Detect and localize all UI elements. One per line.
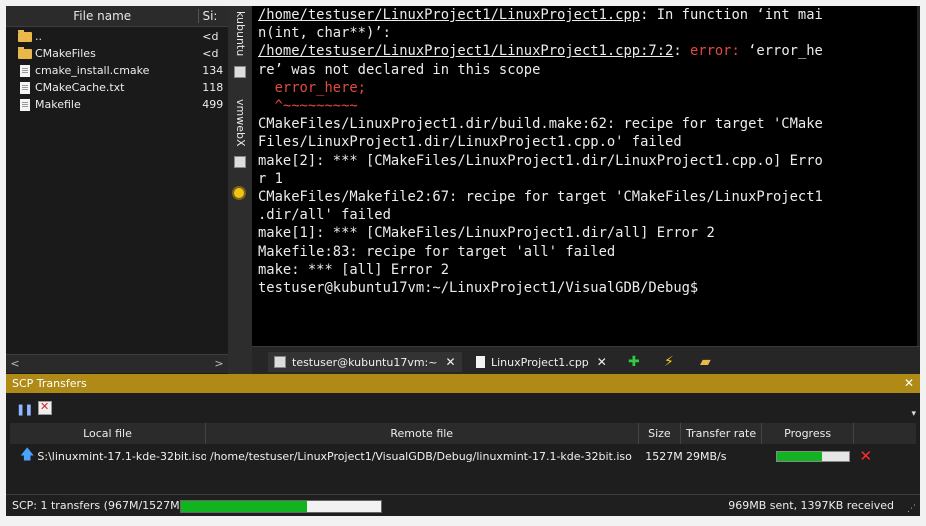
file-list-header: File name Si: — [6, 6, 228, 27]
progress-fill — [181, 501, 307, 512]
column-size[interactable]: Si: — [199, 9, 228, 23]
column-transfer-rate[interactable]: Transfer rate — [681, 423, 762, 444]
document-icon — [20, 98, 30, 111]
terminal-text: CMakeFiles/LinuxProject1.dir/build.make:… — [258, 116, 823, 133]
local-file-path: S:\linuxmint-17.1-kde-32bit.iso — [37, 449, 206, 463]
terminal-path-link[interactable]: /home/testuser/LinuxProject1/LinuxProjec… — [258, 7, 640, 23]
file-name: Makefile — [35, 98, 81, 111]
tab-label: testuser@kubuntu17vm:~ — [292, 355, 438, 369]
window-icon[interactable] — [234, 66, 246, 78]
status-bar: SCP: 1 transfers (967M/1527M) 969MB sent… — [6, 494, 920, 516]
resize-grip-icon[interactable]: ⋰ — [907, 504, 916, 514]
side-tab-vmweb[interactable]: vmwebX — [231, 98, 249, 148]
scroll-left-button[interactable]: < — [8, 357, 22, 371]
file-row-cmakecache[interactable]: CMakeCache.txt 118 — [6, 79, 228, 96]
transfer-rate: 29MB/s — [686, 449, 727, 463]
column-remote-file[interactable]: Remote file — [206, 423, 639, 444]
window-icon[interactable] — [234, 156, 246, 168]
scp-title-text: SCP Transfers — [12, 377, 87, 390]
cancel-transfer-icon[interactable]: ✕ — [860, 447, 873, 465]
file-row-cmakefiles[interactable]: CMakeFiles <d — [6, 45, 228, 62]
terminal-text: make[2]: *** [CMakeFiles/LinuxProject1.d… — [258, 152, 823, 169]
file-name: cmake_install.cmake — [35, 64, 150, 77]
error-label: error: — [689, 43, 749, 60]
file-row-parent[interactable]: .. <d — [6, 28, 228, 45]
open-folder-icon[interactable]: ▰ — [700, 354, 711, 370]
clear-transfers-icon[interactable] — [38, 400, 52, 415]
overall-progress-bar — [180, 500, 382, 513]
add-icon[interactable]: ✚ — [628, 354, 640, 370]
error-source-line: error_here; — [258, 79, 366, 96]
visualgdb-window: File name Si: .. <d CMakeFiles <d cmake_… — [6, 6, 920, 516]
file-name: CMakeCache.txt — [35, 81, 125, 94]
tab-label: LinuxProject1.cpp — [491, 355, 589, 369]
document-icon — [476, 356, 485, 368]
document-icon — [20, 64, 30, 77]
scp-toolbar: ❚❚ ▾ — [6, 393, 920, 423]
column-spacer — [854, 423, 916, 444]
document-icon — [20, 81, 30, 94]
terminal-text: make: *** [all] Error 2 — [258, 261, 450, 278]
ssh-terminal[interactable]: /home/testuser/LinuxProject1/LinuxProjec… — [252, 6, 920, 346]
column-size[interactable]: Size — [639, 423, 682, 444]
terminal-text: .dir/all' failed — [258, 207, 391, 224]
file-size: <d — [202, 30, 219, 43]
file-row-cmake-install[interactable]: cmake_install.cmake 134 — [6, 62, 228, 79]
status-light-icon[interactable] — [234, 188, 244, 198]
terminal-text: make[1]: *** [CMakeFiles/LinuxProject1.d… — [258, 225, 715, 242]
terminal-text: r 1 — [258, 170, 283, 187]
terminal-prompt: testuser@kubuntu17vm:~/LinuxProject1/Vis… — [258, 280, 699, 297]
pause-icon[interactable]: ❚❚ — [16, 403, 33, 416]
tab-source-file[interactable]: LinuxProject1.cpp ✕ — [470, 352, 613, 372]
file-size: <d — [202, 47, 219, 60]
side-tab-strip: kubuntu vmwebX — [228, 6, 252, 374]
column-progress[interactable]: Progress — [762, 423, 855, 444]
file-name: .. — [35, 30, 42, 43]
terminal-path-link[interactable]: /home/testuser/LinuxProject1/LinuxProjec… — [258, 43, 673, 59]
file-name: CMakeFiles — [35, 47, 96, 60]
terminal-text: n(int, char**)’: — [258, 25, 391, 42]
terminal-text: CMakeFiles/Makefile2:67: recipe for targ… — [258, 189, 823, 206]
terminal-text: ‘error_he — [748, 43, 823, 60]
remote-file-path: /home/testuser/LinuxProject1/VisualGDB/D… — [210, 449, 632, 463]
folder-icon — [18, 47, 32, 59]
close-tab-button[interactable]: ✕ — [597, 355, 607, 369]
file-size: 118 — [202, 81, 224, 94]
scroll-right-button[interactable]: > — [212, 357, 226, 371]
remote-file-browser: File name Si: .. <d CMakeFiles <d cmake_… — [6, 6, 228, 374]
terminal-text: re’ was not declared in this scope — [258, 61, 541, 78]
close-panel-button[interactable]: ✕ — [898, 374, 914, 393]
terminal-output: /home/testuser/LinuxProject1/LinuxProjec… — [252, 6, 920, 297]
scp-panel-title: SCP Transfers ✕ — [6, 374, 920, 393]
tab-terminal[interactable]: testuser@kubuntu17vm:~ ✕ — [268, 352, 462, 372]
error-caret-line: ^~~~~~~~~~ — [258, 98, 358, 115]
progress-fill — [777, 451, 823, 461]
terminal-text: Files/LinuxProject1.dir/LinuxProject1.cp… — [258, 134, 682, 151]
file-row-makefile[interactable]: Makefile 499 — [6, 96, 228, 113]
transfer-summary: SCP: 1 transfers (967M/1527M) — [12, 499, 184, 512]
bytes-sent-received: 969MB sent, 1397KB received — [728, 499, 894, 512]
folder-icon — [18, 30, 32, 42]
upload-arrow-icon: 🡅 — [20, 447, 35, 463]
column-file-name[interactable]: File name — [6, 9, 200, 23]
terminal-text: Makefile:83: recipe for target 'all' fai… — [258, 243, 616, 260]
terminal-icon — [274, 356, 286, 368]
column-local-file[interactable]: Local file — [10, 423, 206, 444]
side-tab-kubuntu[interactable]: kubuntu — [231, 10, 249, 58]
lightning-icon[interactable]: ⚡ — [664, 354, 674, 370]
terminal-text: : — [673, 43, 690, 60]
transfer-row[interactable]: 🡅 S:\linuxmint-17.1-kde-32bit.iso /home/… — [10, 446, 916, 466]
file-size: 134 — [202, 64, 224, 77]
overflow-icon[interactable]: ▾ — [911, 409, 916, 419]
horizontal-scrollbar[interactable]: < > — [6, 354, 228, 373]
terminal-text: : In function ‘int mai — [640, 7, 823, 23]
transfer-size: 1527M — [645, 449, 683, 463]
document-tabs: testuser@kubuntu17vm:~ ✕ LinuxProject1.c… — [252, 346, 920, 375]
close-tab-button[interactable]: ✕ — [445, 355, 455, 369]
transfers-table-header: Local file Remote file Size Transfer rat… — [10, 423, 916, 444]
transfer-progress-bar — [776, 450, 850, 462]
file-size: 499 — [202, 98, 224, 111]
terminal-scrollbar[interactable] — [917, 6, 920, 346]
